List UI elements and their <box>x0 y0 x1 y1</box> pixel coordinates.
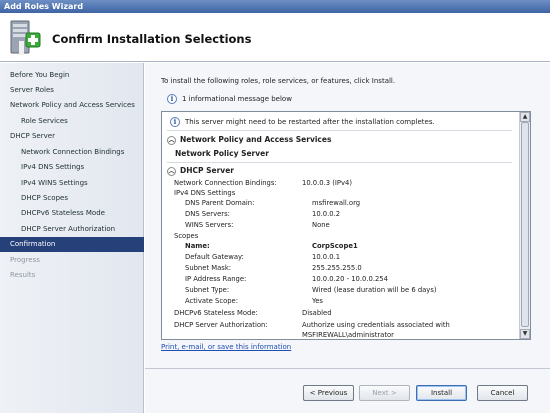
info-message-text: 1 informational message below <box>182 95 292 103</box>
sidebar-item-role-services[interactable]: Role Services <box>21 114 68 129</box>
row-label: Name: <box>185 242 210 250</box>
row-value: 255.255.255.0 <box>312 264 362 272</box>
collapse-chevron-icon[interactable]: ︿ <box>167 166 176 176</box>
row-label: DNS Servers: <box>185 210 230 218</box>
info-icon: i <box>167 94 177 104</box>
row-ip-range: IP Address Range: 10.0.0.20 - 10.0.0.254 <box>185 274 505 284</box>
row-label: Activate Scope: <box>185 297 239 305</box>
row-value: Wired (lease duration will be 6 days) <box>312 286 437 294</box>
row-label: WINS Servers: <box>185 221 234 229</box>
row-value: Yes <box>312 297 323 305</box>
row-label: Default Gateway: <box>185 253 244 261</box>
window-title-bar[interactable]: Add Roles Wizard <box>0 0 550 13</box>
row-label: Subnet Type: <box>185 286 230 294</box>
vertical-scrollbar[interactable]: ▲ ▼ <box>519 112 530 339</box>
row-activate-scope: Activate Scope: Yes <box>185 296 505 306</box>
server-roles-add-icon <box>10 20 41 55</box>
restart-warning-text: This server might need to be restarted a… <box>185 118 435 126</box>
scrollbar-thumb[interactable] <box>521 122 529 327</box>
print-email-save-link[interactable]: Print, e-mail, or save this information <box>161 343 291 351</box>
row-dns-domain: DNS Parent Domain: msfirewall.org <box>185 198 505 208</box>
row-wins-servers: WINS Servers: None <box>185 220 505 230</box>
row-label: Subnet Mask: <box>185 264 232 272</box>
row-value: 10.0.0.1 <box>312 253 341 261</box>
previous-button[interactable]: < Previous <box>303 385 354 401</box>
install-button[interactable]: Install <box>416 385 467 401</box>
section-dhcp-title: DHCP Server <box>180 166 234 175</box>
row-label: DHCP Server Authorization: <box>174 321 268 329</box>
row-gateway: Default Gateway: 10.0.0.1 <box>185 252 505 262</box>
section-dhcp[interactable]: ︿ DHCP Server <box>167 165 234 177</box>
row-dns-servers: DNS Servers: 10.0.0.2 <box>185 209 505 219</box>
sidebar-item-ipv4-wins[interactable]: IPv4 WINS Settings <box>21 176 88 191</box>
row-bindings: Network Connection Bindings: 10.0.0.3 (I… <box>174 178 504 188</box>
row-value: 10.0.0.20 - 10.0.0.254 <box>312 275 388 283</box>
sidebar-item-before-you-begin[interactable]: Before You Begin <box>10 68 69 83</box>
info-icon: i <box>170 117 180 127</box>
selections-panel[interactable]: i This server might need to be restarted … <box>161 111 531 340</box>
divider <box>167 130 512 131</box>
row-label: Network Connection Bindings: <box>174 179 277 187</box>
collapse-chevron-icon[interactable]: ︿ <box>167 135 176 145</box>
scopes-heading: Scopes <box>174 232 199 240</box>
sidebar-item-server-roles[interactable]: Server Roles <box>10 83 54 98</box>
intro-text: To install the following roles, role ser… <box>161 77 396 85</box>
section-npas[interactable]: ︿ Network Policy and Access Services <box>167 134 331 146</box>
row-value: 10.0.0.2 <box>312 210 341 218</box>
sidebar-item-npas[interactable]: Network Policy and Access Services <box>10 98 135 113</box>
scroll-up-icon[interactable]: ▲ <box>520 112 530 122</box>
sidebar-item-ipv4-dns[interactable]: IPv4 DNS Settings <box>21 160 84 175</box>
row-label: DNS Parent Domain: <box>185 199 255 207</box>
row-label: IP Address Range: <box>185 275 247 283</box>
divider <box>167 162 512 163</box>
row-label: DHCPv6 Stateless Mode: <box>174 309 258 317</box>
sidebar-item-dhcp-authorization[interactable]: DHCP Server Authorization <box>21 222 115 237</box>
section-npas-title: Network Policy and Access Services <box>180 135 332 144</box>
row-value: Authorize using credentials associated w… <box>302 321 450 329</box>
info-message: i 1 informational message below <box>167 93 292 105</box>
sidebar-item-dhcpv6[interactable]: DHCPv6 Stateless Mode <box>21 206 105 221</box>
sidebar-item-results: Results <box>10 271 36 279</box>
cancel-button[interactable]: Cancel <box>477 385 528 401</box>
dns-heading: IPv4 DNS Settings <box>174 189 236 197</box>
row-value: Disabled <box>302 309 332 317</box>
npas-subitem: Network Policy Server <box>175 149 269 158</box>
row-value: CorpScope1 <box>312 242 358 250</box>
row-scope-name: Name: CorpScope1 <box>185 241 505 251</box>
sidebar-item-dhcp-server[interactable]: DHCP Server <box>10 129 55 144</box>
row-dhcpv6: DHCPv6 Stateless Mode: Disabled <box>174 308 504 318</box>
next-button: Next > <box>359 385 410 401</box>
sidebar-item-dhcp-scopes[interactable]: DHCP Scopes <box>21 191 68 206</box>
sidebar-item-progress: Progress <box>10 256 40 264</box>
row-authorization: DHCP Server Authorization: Authorize usi… <box>174 320 504 330</box>
sidebar-item-network-bindings[interactable]: Network Connection Bindings <box>21 145 124 160</box>
row-value: 10.0.0.3 (IPv4) <box>302 179 353 187</box>
scroll-down-icon[interactable]: ▼ <box>520 329 530 339</box>
page-title: Confirm Installation Selections <box>52 32 252 46</box>
row-subnet-type: Subnet Type: Wired (lease duration will … <box>185 285 505 295</box>
footer-divider <box>145 368 550 369</box>
row-value: None <box>312 221 330 229</box>
row-subnet-mask: Subnet Mask: 255.255.255.0 <box>185 263 505 273</box>
row-authorization-cont: MSFIREWALL\administrator <box>302 331 394 339</box>
sidebar-item-confirmation[interactable]: Confirmation <box>0 237 144 252</box>
wizard-header: Confirm Installation Selections <box>0 13 550 62</box>
restart-warning: i This server might need to be restarted … <box>170 116 435 128</box>
row-value: msfirewall.org <box>312 199 361 207</box>
